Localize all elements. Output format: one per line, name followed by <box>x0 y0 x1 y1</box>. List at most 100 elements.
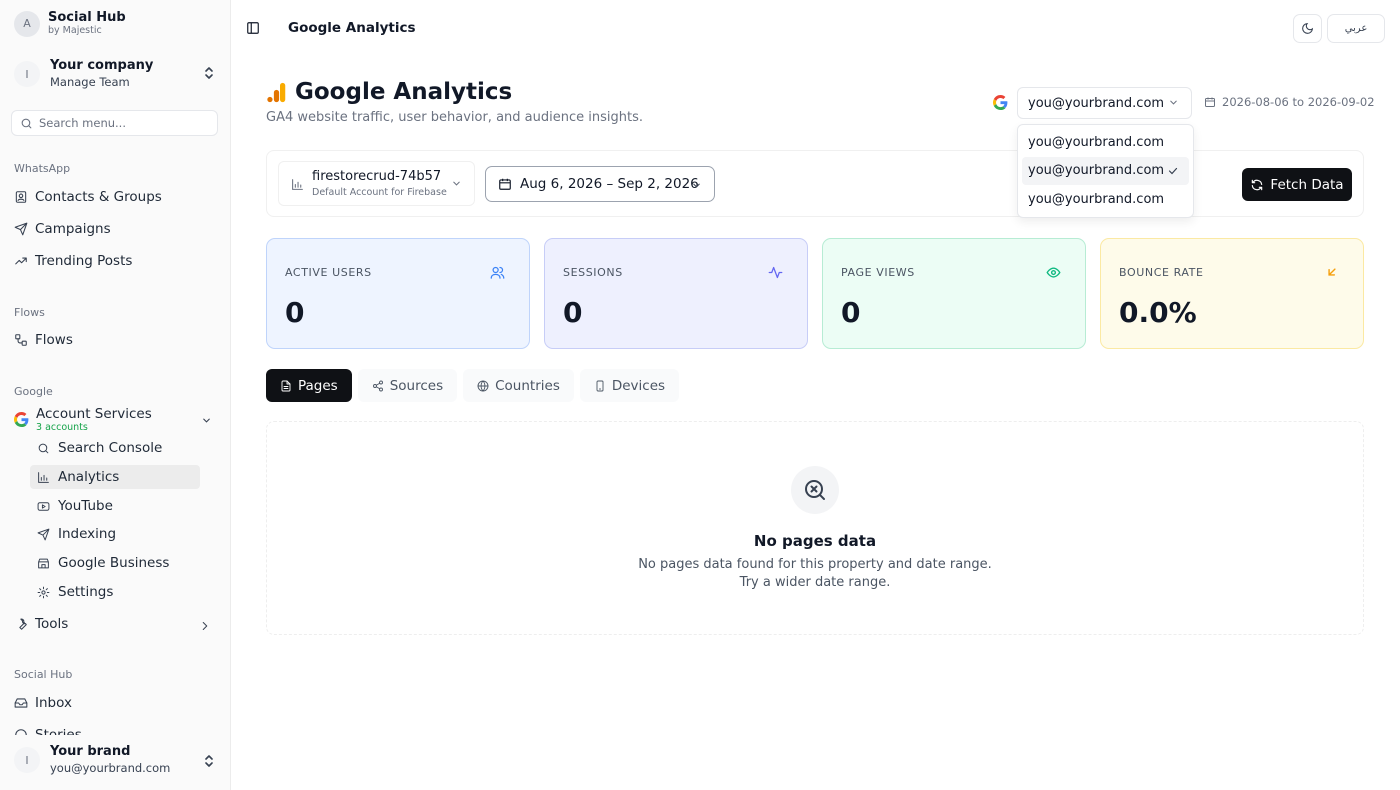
chevron-right-icon <box>202 621 208 631</box>
users-icon <box>490 266 505 279</box>
sidebar-item-campaigns[interactable]: Campaigns <box>14 218 111 240</box>
language-button[interactable]: عربي <box>1327 14 1385 43</box>
inbox-icon <box>14 698 28 708</box>
tab-sources[interactable]: Sources <box>357 369 458 402</box>
chevron-down-icon <box>453 181 460 186</box>
sidebar-item-label: Indexing <box>58 526 117 542</box>
gear-icon <box>37 586 50 598</box>
fetch-data-button[interactable]: Fetch Data <box>1242 168 1352 201</box>
app-subtitle: by Majestic <box>48 25 102 36</box>
sidebar-item-trending[interactable]: Trending Posts <box>14 250 132 272</box>
dropdown-option[interactable]: you@yourbrand.com <box>1022 185 1189 214</box>
sidebar-item-search-console[interactable]: Search Console <box>30 436 200 460</box>
sidebar-toggle-icon[interactable] <box>246 21 260 35</box>
account-select-value: you@yourbrand.com <box>1028 95 1165 111</box>
language-label: عربي <box>1344 23 1368 34</box>
sidebar-item-inbox[interactable]: Inbox <box>14 692 72 714</box>
sidebar-item-youtube[interactable]: YouTube <box>30 494 200 518</box>
topbar: Google Analytics عربي <box>231 0 1400 56</box>
company-switcher[interactable]: I Your company Manage Team <box>14 54 218 94</box>
account-select[interactable]: you@yourbrand.com <box>1017 87 1192 119</box>
stat-label: PAGE VIEWS <box>841 266 915 279</box>
sidebar-item-label: Search Console <box>58 440 163 456</box>
tab-label: Devices <box>611 377 666 394</box>
empty-state-line-2: Try a wider date range. <box>739 575 891 590</box>
property-select[interactable]: firestorecrud-74b57 Default Account for … <box>278 161 475 206</box>
youtube-icon <box>37 501 50 511</box>
user-name: Your brand <box>50 744 131 759</box>
stat-label: BOUNCE RATE <box>1119 266 1204 279</box>
app-brand[interactable]: A Social Hub by Majestic <box>14 10 126 37</box>
analytics-logo-icon <box>267 82 286 102</box>
section-social-hub: Social Hub <box>14 668 73 681</box>
smartphone-icon <box>596 380 604 391</box>
sidebar-item-label: Inbox <box>35 695 72 711</box>
globe-icon <box>477 380 489 391</box>
stat-card-page-views: PAGE VIEWS 0 <box>822 238 1086 349</box>
stat-card-active-users: ACTIVE USERS 0 <box>266 238 530 349</box>
tab-countries[interactable]: Countries <box>463 369 574 402</box>
check-icon <box>1168 167 1178 174</box>
tab-devices[interactable]: Devices <box>579 369 680 402</box>
sidebar-item-tools[interactable]: Tools <box>14 613 218 635</box>
page-title-text: Google Analytics <box>295 79 513 105</box>
sidebar-item-label: Campaigns <box>35 221 111 237</box>
account-services-count: 3 accounts <box>36 422 88 433</box>
page-subtitle: GA4 website traffic, user behavior, and … <box>266 110 643 125</box>
stat-value: 0 <box>285 296 305 329</box>
chevron-down-icon <box>203 418 210 423</box>
chevrons-up-down-icon <box>205 755 213 767</box>
report-tabs: Pages Sources Countries Devices <box>266 369 680 402</box>
account-services-title: Account Services <box>36 406 152 422</box>
topbar-title: Google Analytics <box>288 20 416 36</box>
sidebar-item-flows[interactable]: Flows <box>14 329 73 351</box>
date-range-summary: 2026-08-06 to 2026-09-02 <box>1204 95 1375 109</box>
sidebar-search[interactable] <box>11 110 218 136</box>
empty-state: No pages data No pages data found for th… <box>266 421 1364 635</box>
date-range-button[interactable]: Aug 6, 2026 – Sep 2, 2026 <box>485 166 715 202</box>
sidebar-item-indexing[interactable]: Indexing <box>30 522 200 546</box>
sidebar-item-analytics[interactable]: Analytics <box>30 465 200 489</box>
empty-state-icon-wrap <box>791 466 839 514</box>
sidebar-item-settings[interactable]: Settings <box>30 580 200 604</box>
send-icon <box>14 222 28 236</box>
chevron-down-icon <box>1170 100 1177 105</box>
stat-value: 0 <box>563 296 583 329</box>
send-icon <box>37 528 50 540</box>
company-sub: Manage Team <box>50 75 130 89</box>
sidebar-item-contacts[interactable]: Contacts & Groups <box>14 186 162 208</box>
sidebar-item-label: Analytics <box>58 469 120 485</box>
tab-pages[interactable]: Pages <box>266 369 352 402</box>
dropdown-option-label: you@yourbrand.com <box>1028 163 1165 179</box>
bar-chart-icon <box>38 471 49 483</box>
dropdown-option-label: you@yourbrand.com <box>1028 134 1165 150</box>
account-dropdown: you@yourbrand.com you@yourbrand.com you@… <box>1017 124 1194 218</box>
stat-value: 0.0% <box>1119 296 1197 329</box>
moon-icon <box>1302 22 1314 34</box>
google-icon <box>993 95 1008 110</box>
app-title: Social Hub <box>48 10 126 25</box>
user-avatar: I <box>14 747 40 773</box>
tab-label: Pages <box>298 377 338 394</box>
user-menu[interactable]: I Your brand you@yourbrand.com <box>14 735 218 785</box>
trending-up-icon <box>15 257 27 265</box>
google-icon <box>14 412 29 427</box>
filter-card: firestorecrud-74b57 Default Account for … <box>266 150 1364 217</box>
sidebar-item-label: YouTube <box>58 498 113 514</box>
theme-toggle-button[interactable] <box>1293 14 1322 43</box>
refresh-icon <box>1252 179 1263 190</box>
company-avatar: I <box>14 61 40 87</box>
app-avatar: A <box>14 10 40 37</box>
dropdown-option[interactable]: you@yourbrand.com <box>1022 128 1189 157</box>
tab-label: Sources <box>389 377 444 394</box>
stat-value: 0 <box>841 296 861 329</box>
dropdown-option-selected[interactable]: you@yourbrand.com <box>1022 156 1189 185</box>
sidebar-item-label: Trending Posts <box>35 253 133 269</box>
calendar-icon <box>1205 97 1215 107</box>
calendar-icon <box>499 178 511 190</box>
search-input[interactable] <box>39 116 209 130</box>
empty-state-title: No pages data <box>753 532 877 550</box>
search-x-icon <box>805 480 825 500</box>
account-services-toggle[interactable]: Account Services 3 accounts <box>14 405 218 435</box>
sidebar-item-google-business[interactable]: Google Business <box>30 551 200 575</box>
